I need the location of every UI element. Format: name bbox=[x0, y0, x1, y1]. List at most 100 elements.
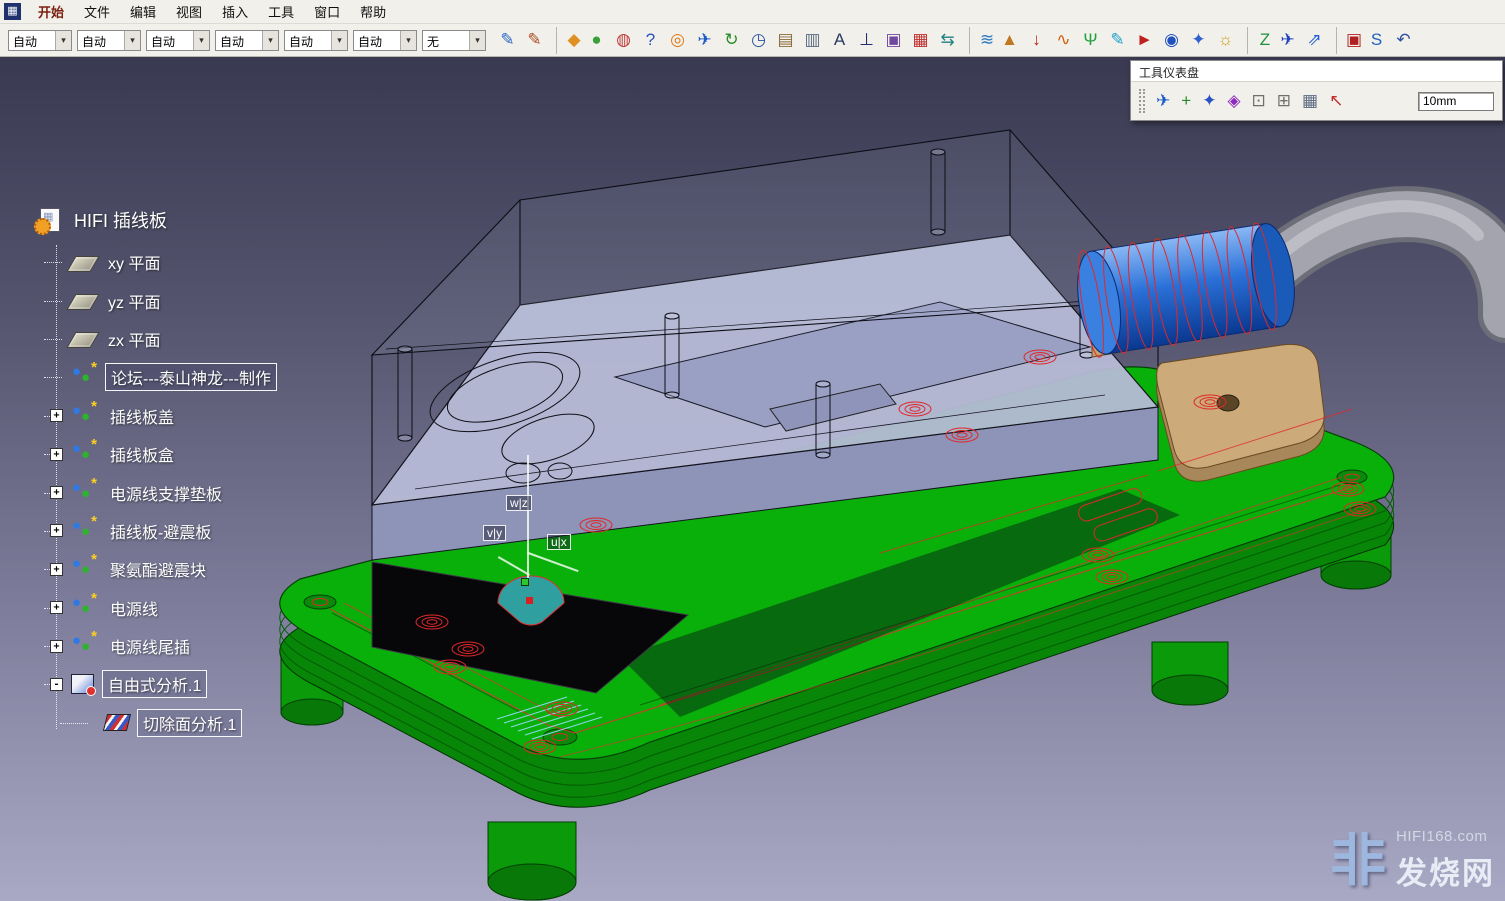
menu-item[interactable]: 开始 bbox=[28, 0, 74, 24]
menu-item[interactable]: 插入 bbox=[212, 0, 258, 24]
red-grid-icon[interactable]: ▦ bbox=[907, 27, 934, 54]
tree-item[interactable]: 论坛---泰山神龙---制作 bbox=[50, 358, 277, 396]
text-zoom-icon[interactable]: A bbox=[826, 27, 853, 54]
tree-item[interactable]: + 电源线 bbox=[50, 589, 277, 627]
compass-star-icon[interactable]: ✦ bbox=[1185, 27, 1212, 54]
chevron-down-icon[interactable]: ▾ bbox=[400, 31, 416, 50]
shaded-sphere-icon[interactable]: ● bbox=[583, 27, 610, 54]
tree-item-label[interactable]: 插线板-避震板 bbox=[105, 518, 216, 544]
chevron-down-icon[interactable]: ▾ bbox=[124, 31, 140, 50]
tree-item[interactable]: xy 平面 bbox=[50, 243, 277, 281]
tree-root[interactable]: HIFI 插线板 bbox=[38, 197, 277, 243]
mesh-sphere-icon[interactable]: ◍ bbox=[610, 27, 637, 54]
zigzag-analysis-icon[interactable]: ∿ bbox=[1050, 27, 1077, 54]
paint-brush-icon[interactable]: ✎ bbox=[521, 27, 548, 54]
chevron-down-icon[interactable]: ▾ bbox=[469, 31, 485, 50]
tree-item[interactable]: + 插线板盖 bbox=[50, 397, 277, 435]
spline-icon[interactable]: S bbox=[1363, 27, 1390, 54]
surface-paint-icon[interactable]: ✎ bbox=[1104, 27, 1131, 54]
tree-item-label[interactable]: zx 平面 bbox=[103, 326, 165, 352]
pick-arrow-icon[interactable]: ↖ bbox=[1329, 91, 1343, 111]
tree-item[interactable]: + 插线板-避震板 bbox=[50, 512, 277, 550]
tree-item-label[interactable]: 插线板盖 bbox=[105, 403, 179, 429]
tree-item-label[interactable]: 插线板盒 bbox=[105, 441, 179, 467]
auto-combo[interactable]: 无 ▾ bbox=[422, 30, 486, 51]
tree-item[interactable]: + 电源线支撑垫板 bbox=[50, 473, 277, 511]
fly-mode-icon[interactable]: ✈ bbox=[691, 27, 718, 54]
auto-combo[interactable]: 自动 ▾ bbox=[284, 30, 348, 51]
tree-item-label[interactable]: 聚氨酯避震块 bbox=[105, 556, 211, 582]
app-icon[interactable]: ▦ bbox=[4, 3, 21, 20]
tree-item-label[interactable]: yz 平面 bbox=[103, 288, 165, 314]
expand-toggle[interactable]: + bbox=[50, 524, 63, 537]
auto-combo[interactable]: 自动 ▾ bbox=[8, 30, 72, 51]
flag-icon[interactable]: ► bbox=[1131, 27, 1158, 54]
update-icon[interactable]: ⇆ bbox=[934, 27, 961, 54]
menu-item[interactable]: 视图 bbox=[166, 0, 212, 24]
tree-root-label[interactable]: HIFI 插线板 bbox=[69, 206, 172, 234]
tree-item-label[interactable]: 切除面分析.1 bbox=[137, 709, 242, 737]
menu-item[interactable]: 窗口 bbox=[304, 0, 350, 24]
tree-item-label[interactable]: 论坛---泰山神龙---制作 bbox=[105, 363, 277, 391]
expand-toggle[interactable]: + bbox=[50, 640, 63, 653]
spiral-icon[interactable]: ◎ bbox=[664, 27, 691, 54]
snap-node-icon[interactable]: + bbox=[1181, 91, 1191, 111]
menu-item[interactable]: 编辑 bbox=[120, 0, 166, 24]
bounding-box-icon[interactable]: ▣ bbox=[880, 27, 907, 54]
sheet-preview-icon[interactable]: ▥ bbox=[799, 27, 826, 54]
light-icon[interactable]: ☼ bbox=[1212, 27, 1239, 54]
expand-toggle[interactable]: + bbox=[50, 486, 63, 499]
tool-dashboard-window[interactable]: 工具仪表盘 ✈+✦◈⊡⊞▦↖ bbox=[1130, 60, 1503, 121]
rotate-view-icon[interactable]: ↻ bbox=[718, 27, 745, 54]
tree-item-label[interactable]: xy 平面 bbox=[103, 249, 165, 275]
expand-toggle[interactable]: + bbox=[50, 563, 63, 576]
tree-item[interactable]: 切除面分析.1 bbox=[84, 704, 277, 742]
globe-icon[interactable]: ◉ bbox=[1158, 27, 1185, 54]
insert-diamond-icon[interactable]: ◆ bbox=[556, 27, 583, 54]
tree-item-label[interactable]: 电源线支撑垫板 bbox=[105, 480, 227, 506]
axis-system-icon[interactable]: ⊥ bbox=[853, 27, 880, 54]
porcupine-icon[interactable]: Ψ bbox=[1077, 27, 1104, 54]
tree-item-label[interactable]: 自由式分析.1 bbox=[102, 670, 207, 698]
catalog-icon[interactable]: ▤ bbox=[772, 27, 799, 54]
chevron-down-icon[interactable]: ▾ bbox=[331, 31, 347, 50]
power-cord-cable[interactable] bbox=[1270, 206, 1505, 315]
tree-item[interactable]: zx 平面 bbox=[50, 320, 277, 358]
grid-zoom-icon[interactable]: ▦ bbox=[1302, 91, 1318, 111]
auto-combo[interactable]: 自动 ▾ bbox=[146, 30, 210, 51]
render-box-icon[interactable]: ▣ bbox=[1336, 27, 1363, 54]
snap-point-icon[interactable]: ✦ bbox=[1202, 91, 1216, 111]
expand-toggle[interactable]: - bbox=[50, 678, 63, 691]
tree-item-label[interactable]: 电源线 bbox=[105, 595, 163, 621]
peak-analysis-icon[interactable]: ▲ bbox=[996, 27, 1023, 54]
tree-item[interactable]: yz 平面 bbox=[50, 281, 277, 319]
frame-icon[interactable]: ⊡ bbox=[1252, 91, 1266, 111]
tree-item[interactable]: + 聚氨酯避震块 bbox=[50, 550, 277, 588]
clock-icon[interactable]: ◷ bbox=[745, 27, 772, 54]
back-arrow-icon[interactable]: ↶ bbox=[1390, 27, 1417, 54]
bird-view-icon[interactable]: ⇗ bbox=[1301, 27, 1328, 54]
tree-item-label[interactable]: 电源线尾插 bbox=[105, 633, 195, 659]
z-measure-icon[interactable]: Z bbox=[1247, 27, 1274, 54]
auto-combo[interactable]: 自动 ▾ bbox=[77, 30, 141, 51]
fly-analysis-icon[interactable]: ✈ bbox=[1274, 27, 1301, 54]
auto-combo[interactable]: 自动 ▾ bbox=[353, 30, 417, 51]
tree-item[interactable]: - 自由式分析.1 bbox=[50, 665, 277, 703]
drag-grip[interactable] bbox=[1139, 89, 1145, 113]
fit-all-icon[interactable]: ✈ bbox=[1156, 91, 1170, 111]
auto-combo[interactable]: 自动 ▾ bbox=[215, 30, 279, 51]
curvature-comb-icon[interactable]: ≋ bbox=[969, 27, 996, 54]
menu-item[interactable]: 帮助 bbox=[350, 0, 396, 24]
chevron-down-icon[interactable]: ▾ bbox=[262, 31, 278, 50]
tolerance-input[interactable] bbox=[1418, 92, 1494, 111]
tree-item[interactable]: + 插线板盒 bbox=[50, 435, 277, 473]
help-sphere-icon[interactable]: ? bbox=[637, 27, 664, 54]
expand-toggle[interactable]: + bbox=[50, 601, 63, 614]
menu-item[interactable]: 工具 bbox=[258, 0, 304, 24]
draft-arrow-icon[interactable]: ↓ bbox=[1023, 27, 1050, 54]
tree-item[interactable]: + 电源线尾插 bbox=[50, 627, 277, 665]
style-brush-icon[interactable]: ✎ bbox=[494, 27, 521, 54]
menu-item[interactable]: 文件 bbox=[74, 0, 120, 24]
chevron-down-icon[interactable]: ▾ bbox=[193, 31, 209, 50]
chevron-down-icon[interactable]: ▾ bbox=[55, 31, 71, 50]
